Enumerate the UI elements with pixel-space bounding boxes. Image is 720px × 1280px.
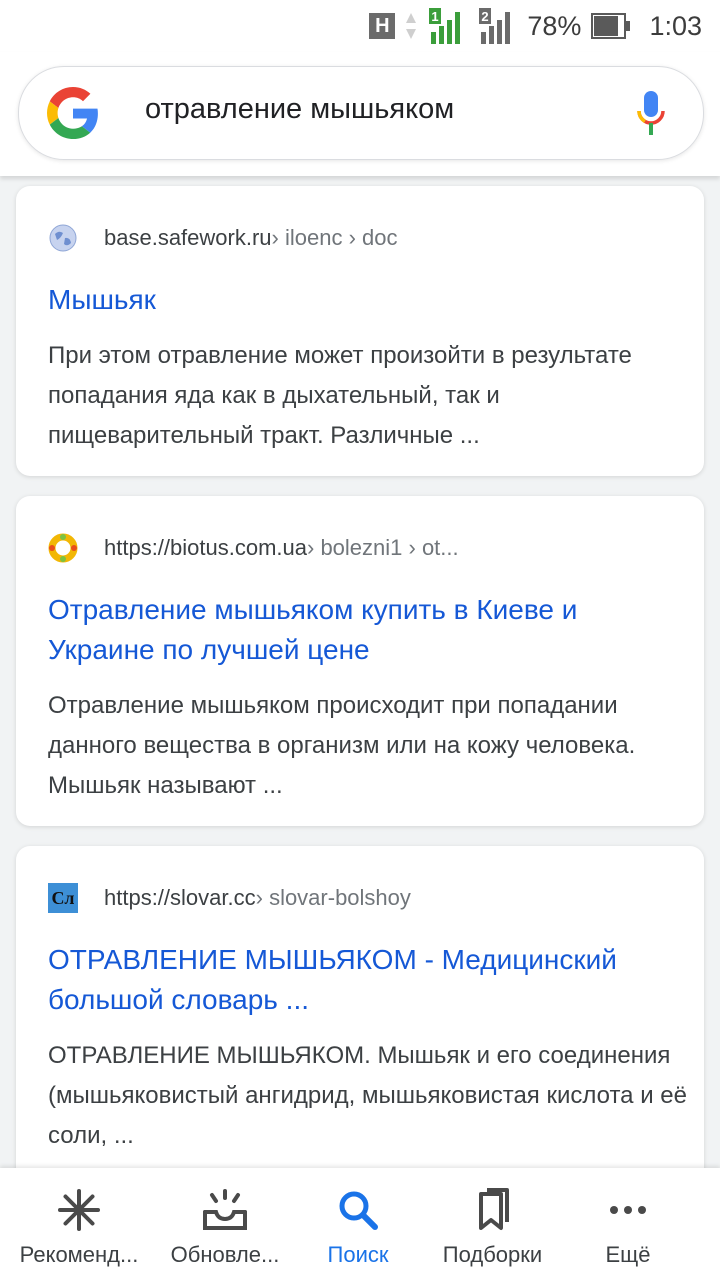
nav-label: Обновле...: [170, 1242, 280, 1267]
signal-sim1-icon: 1: [429, 8, 461, 44]
search-header: отравление мышьяком: [0, 52, 720, 176]
result-site-url: https://slovar.cc: [104, 885, 256, 910]
result-snippet: Отравление мышьяком происходит при попад…: [48, 692, 636, 799]
search-box[interactable]: отравление мышьяком: [18, 66, 704, 160]
more-dots-icon: [610, 1206, 646, 1214]
result-card[interactable]: base.safework.ru › iloenc › doc Мышьяк П…: [16, 186, 704, 476]
battery-icon: [591, 13, 631, 39]
signal-sim2-icon: 2: [479, 8, 511, 44]
data-arrows-icon: [406, 13, 417, 39]
svg-text:1: 1: [432, 9, 439, 24]
result-title-link[interactable]: Мышьяк: [48, 280, 678, 320]
globe-icon: [48, 223, 78, 253]
nav-label: Ещё: [605, 1242, 651, 1267]
result-site-row[interactable]: base.safework.ru › iloenc › doc: [48, 222, 397, 254]
result-site-path: › iloenc › doc: [271, 225, 398, 250]
nav-label: Подборки: [442, 1242, 543, 1267]
clock: 1:03: [649, 10, 702, 41]
network-type-icon: H: [369, 13, 396, 39]
nav-recommendations[interactable]: Рекоменд...: [4, 1168, 154, 1280]
updates-inbox-icon: [203, 1189, 247, 1230]
result-title-link[interactable]: Отравление мышьяком купить в Киеве и Укр…: [48, 590, 678, 670]
nav-label: Рекоменд...: [19, 1242, 139, 1267]
nav-search[interactable]: Поиск: [308, 1168, 408, 1280]
result-site-row[interactable]: https://biotus.com.ua › bolezni1 › ot...: [48, 532, 459, 564]
bottom-navigation: Рекоменд... Обновле... Поиск Подборки Ещ…: [0, 1168, 720, 1280]
nav-updates[interactable]: Обновле...: [150, 1168, 300, 1280]
result-site-url: base.safework.ru: [104, 225, 272, 250]
result-snippet: При этом отравление может произойти в ре…: [48, 342, 632, 449]
result-site-path: › bolezni1 › ot...: [307, 535, 459, 560]
result-card[interactable]: Сл https://slovar.cc › slovar-bolshoy ОТ…: [16, 846, 704, 1186]
svg-text:2: 2: [482, 9, 489, 24]
nav-more[interactable]: Ещё: [580, 1168, 676, 1280]
result-card[interactable]: https://biotus.com.ua › bolezni1 › ot...…: [16, 496, 704, 826]
search-input[interactable]: отравление мышьяком: [145, 93, 454, 126]
result-snippet: ОТРАВЛЕНИЕ МЫШЬЯКОМ. Мышьяк и его соедин…: [48, 1042, 687, 1149]
google-logo-icon: [47, 87, 98, 139]
collections-bookmark-icon: [478, 1188, 509, 1230]
result-site-path: › slovar-bolshoy: [255, 885, 411, 910]
battery-percent: 78%: [527, 10, 582, 41]
result-site-url: https://biotus.com.ua: [104, 535, 307, 560]
result-title-link[interactable]: ОТРАВЛЕНИЕ МЫШЬЯКОМ - Медицинский большо…: [48, 940, 678, 1020]
search-icon: [339, 1191, 378, 1230]
microphone-icon[interactable]: [635, 89, 667, 137]
asterisk-icon: [58, 1189, 100, 1231]
result-site-row[interactable]: Сл https://slovar.cc › slovar-bolshoy: [48, 882, 411, 914]
status-bar: H 1 2 78% 1:03: [0, 0, 720, 52]
biotus-favicon-icon: [48, 533, 78, 563]
nav-collections[interactable]: Подборки: [425, 1168, 560, 1280]
slovar-favicon-icon: Сл: [48, 883, 78, 913]
nav-label: Поиск: [327, 1242, 389, 1267]
